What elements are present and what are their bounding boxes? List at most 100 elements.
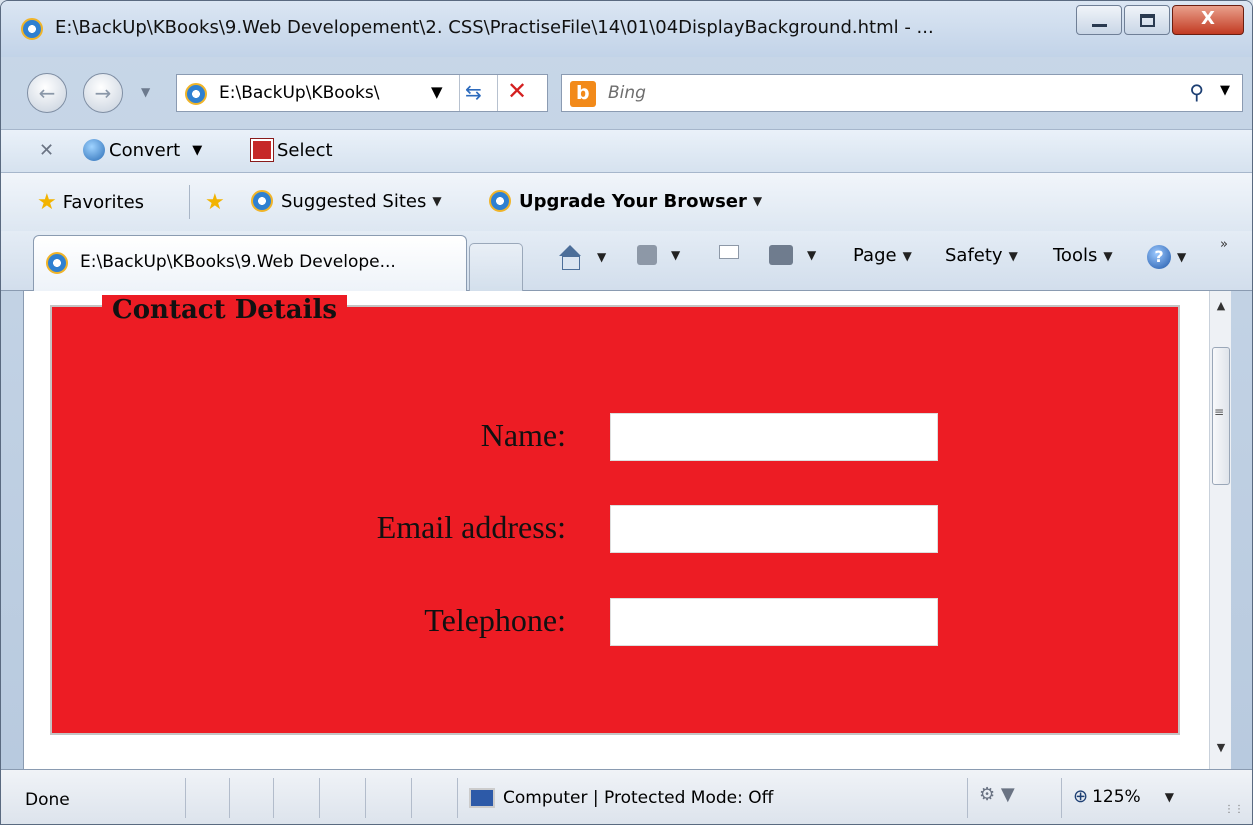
help-button[interactable]: ? ▼ <box>1147 245 1186 269</box>
suggested-sites-link[interactable]: Suggested Sites ▼ <box>251 190 442 212</box>
window-title: E:\BackUp\KBooks\9.Web Developement\2. C… <box>55 17 934 38</box>
divider <box>497 75 498 111</box>
bing-icon: b <box>570 81 596 107</box>
pdf-icon <box>250 138 274 162</box>
favorites-bar: ★ Favorites ★ Suggested Sites ▼ Upgrade … <box>1 173 1252 231</box>
divider <box>229 778 230 818</box>
scroll-up-icon[interactable]: ▲ <box>1210 299 1232 312</box>
search-dropdown[interactable]: ▼ <box>1220 83 1230 98</box>
forward-icon: → <box>94 81 112 105</box>
form-row-telephone: Telephone: <box>52 598 1178 648</box>
read-mail-button[interactable] <box>719 245 739 259</box>
mail-icon <box>719 245 739 259</box>
chevron-down-icon: ▼ <box>1008 248 1018 263</box>
divider <box>457 778 458 818</box>
name-field[interactable] <box>610 413 938 461</box>
divider <box>1061 778 1062 818</box>
tab-title: E:\BackUp\KBooks\9.Web Develope... <box>80 252 396 272</box>
title-bar: E:\BackUp\KBooks\9.Web Developement\2. C… <box>1 1 1252 57</box>
zoom-level: 125% <box>1092 786 1141 807</box>
print-button[interactable]: ▼ <box>769 245 816 265</box>
tools-menu-label: Tools <box>1053 245 1098 266</box>
page-menu[interactable]: Page ▼ <box>853 245 912 266</box>
close-toolbar-icon[interactable]: ✕ <box>39 140 54 161</box>
divider <box>273 778 274 818</box>
minimize-icon <box>1092 24 1107 27</box>
ie-icon <box>46 252 68 274</box>
close-button[interactable]: X <box>1172 5 1244 35</box>
zoom-icon: ⊕ <box>1073 786 1089 807</box>
chevron-down-icon[interactable]: ▼ <box>807 248 816 262</box>
safety-menu[interactable]: Safety ▼ <box>945 245 1018 266</box>
security-zone[interactable]: Computer | Protected Mode: Off <box>469 788 773 808</box>
resize-grip-icon[interactable]: ⋮⋮ <box>1224 804 1244 815</box>
chevron-down-icon: ▼ <box>902 248 912 263</box>
home-button[interactable]: ▼ <box>557 245 606 270</box>
contact-fieldset: Contact Details Name: Email address: Tel… <box>50 295 1180 735</box>
help-icon: ? <box>1147 245 1171 269</box>
upgrade-browser-link[interactable]: Upgrade Your Browser ▼ <box>489 190 762 212</box>
navigation-bar: ← → ▼ E:\BackUp\KBooks\ ▼ ⇆ ✕ b Bing ⚲ ▼ <box>1 59 1252 129</box>
divider <box>185 778 186 818</box>
zoom-control[interactable]: ⊕ 125% ▼ <box>1073 786 1174 807</box>
divider <box>319 778 320 818</box>
refresh-icon[interactable]: ⇆ <box>465 80 482 104</box>
convert-button[interactable]: Convert ▼ <box>83 139 202 161</box>
scroll-grip-icon: ≡ <box>1214 405 1225 419</box>
scroll-down-icon[interactable]: ▼ <box>1210 741 1232 754</box>
maximize-button[interactable] <box>1124 5 1170 35</box>
window-controls: X <box>1074 5 1244 35</box>
name-label: Name: <box>480 417 566 453</box>
address-url[interactable]: E:\BackUp\KBooks\ <box>219 83 379 103</box>
computer-icon <box>469 788 495 808</box>
back-button[interactable]: ← <box>27 73 67 113</box>
search-icon[interactable]: ⚲ <box>1189 80 1204 104</box>
stop-icon[interactable]: ✕ <box>507 77 527 105</box>
chevron-down-icon: ▼ <box>752 194 763 208</box>
print-icon <box>769 245 793 265</box>
search-box[interactable]: b Bing ⚲ ▼ <box>561 74 1243 112</box>
chevron-down-icon[interactable]: ▼ <box>671 248 680 262</box>
tab-active[interactable]: E:\BackUp\KBooks\9.Web Develope... <box>33 235 467 291</box>
search-input[interactable]: Bing <box>608 83 646 103</box>
rss-icon <box>637 245 657 265</box>
minimize-button[interactable] <box>1076 5 1122 35</box>
new-tab-button[interactable] <box>469 243 523 291</box>
convert-icon <box>83 139 105 161</box>
status-bar: Done Computer | Protected Mode: Off ⚙ ▼ … <box>1 769 1252 824</box>
chevron-down-icon[interactable]: ▼ <box>597 250 606 264</box>
telephone-label: Telephone: <box>424 602 566 638</box>
favorites-label: Favorites <box>62 192 145 213</box>
address-dropdown[interactable]: ▼ <box>431 83 443 101</box>
telephone-field[interactable] <box>610 598 938 646</box>
vertical-scrollbar[interactable]: ▲ ≡ ▼ <box>1209 291 1231 769</box>
status-text: Done <box>25 790 70 810</box>
home-icon <box>557 245 583 270</box>
add-favorite-button[interactable]: ★ <box>205 190 231 215</box>
email-label: Email address: <box>376 509 566 545</box>
divider <box>411 778 412 818</box>
zone-label: Computer | Protected Mode: Off <box>503 788 774 808</box>
recent-pages-dropdown[interactable]: ▼ <box>141 85 150 99</box>
star-icon: ★ <box>37 190 57 215</box>
maximize-icon <box>1140 14 1155 27</box>
address-bar[interactable]: E:\BackUp\KBooks\ ▼ ⇆ ✕ <box>176 74 548 112</box>
page-menu-label: Page <box>853 245 897 266</box>
select-button[interactable]: Select <box>250 138 333 162</box>
security-icon[interactable]: ⚙ ▼ <box>979 784 1015 805</box>
select-label: Select <box>277 139 333 161</box>
tools-menu[interactable]: Tools ▼ <box>1053 245 1113 266</box>
form-row-email: Email address: <box>52 505 1178 555</box>
ie-icon <box>489 190 511 212</box>
divider <box>365 778 366 818</box>
favorites-button[interactable]: ★ Favorites <box>37 190 144 215</box>
feeds-button[interactable]: ▼ <box>637 245 680 265</box>
chevron-down-icon[interactable]: ▼ <box>192 143 202 158</box>
chevron-down-icon: ▼ <box>1103 248 1113 263</box>
forward-button[interactable]: → <box>83 73 123 113</box>
browser-window: E:\BackUp\KBooks\9.Web Developement\2. C… <box>0 0 1253 825</box>
email-field[interactable] <box>610 505 938 553</box>
divider <box>967 778 968 818</box>
divider <box>189 185 190 219</box>
more-tools-icon[interactable]: » <box>1220 237 1228 252</box>
